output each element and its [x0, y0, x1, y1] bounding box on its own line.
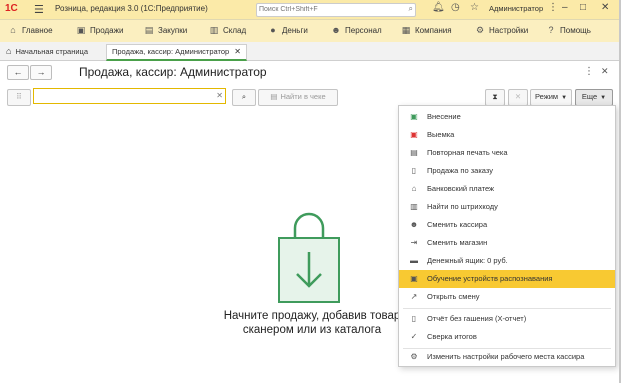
star-icon[interactable]: ☆ — [470, 2, 479, 13]
delete-button[interactable]: ✕ — [508, 89, 528, 106]
forward-button[interactable]: → — [30, 65, 52, 80]
shift-icon: ↗ — [410, 292, 418, 301]
menu-main[interactable]: ⌂ Главное — [8, 25, 52, 35]
form-close-icon[interactable]: ✕ — [601, 66, 609, 77]
dropdown-item-find-barcode[interactable]: ▥ Найти по штрихкоду — [399, 198, 615, 216]
person-icon: ☻ — [331, 25, 341, 35]
hamburger-menu-icon[interactable]: ☰ — [34, 3, 44, 16]
dropdown-item-withdrawal[interactable]: ▣ Выемка — [399, 126, 615, 144]
empty-state-line2: сканером или из каталога — [242, 324, 382, 336]
search-icon: ⌕ — [241, 92, 247, 101]
more-dropdown-menu: ▣ Внесение ▣ Выемка ▤ Повторная печать чека… — [398, 105, 616, 367]
barcode-icon: ▥ — [410, 202, 418, 211]
menu-help[interactable]: ? Помощь — [546, 25, 590, 35]
form-more-icon[interactable]: ⋮ — [584, 66, 594, 77]
more-button[interactable]: Еще ▼ — [575, 89, 613, 106]
dropdown-item-change-store[interactable]: ⇥ Сменить магазин — [399, 234, 615, 252]
dropdown-item-reprint[interactable]: ▤ Повторная печать чека — [399, 144, 615, 162]
section-menu-bar: ⌂ Главное ▣ Продажи ▤ Закупки ▥ Склад ● Деньг… — [0, 20, 621, 43]
keypad-button[interactable]: ⠿ — [7, 89, 31, 106]
product-search-input[interactable] — [34, 89, 210, 102]
product-search-field[interactable]: ✕ — [33, 88, 226, 104]
global-search-input[interactable] — [259, 4, 399, 15]
search-button[interactable]: ⌕ — [232, 89, 256, 106]
dropdown-item-sale-by-order[interactable]: ▯ Продажа по заказу — [399, 162, 615, 180]
report-icon: ▯ — [411, 314, 417, 323]
gear-icon: ⚙ — [475, 25, 485, 35]
back-button[interactable]: ← — [7, 65, 29, 80]
empty-state-line1: Начните продажу, добавив товар — [223, 310, 401, 322]
home-icon: ⌂ — [6, 46, 12, 56]
menu-settings[interactable]: ⚙ Настройки — [475, 25, 528, 36]
menu-company[interactable]: ▦ Компания — [401, 25, 452, 36]
menu-money[interactable]: ● Деньги — [268, 25, 308, 35]
menu-sales[interactable]: ▣ Продажи — [76, 25, 124, 36]
form-title: Продажа, кассир: Администратор — [79, 65, 267, 79]
recognition-icon: ▣ — [410, 274, 418, 283]
store-icon: ⇥ — [410, 238, 418, 247]
maximize-icon[interactable]: □ — [580, 2, 586, 13]
cart-icon: ▣ — [76, 25, 86, 35]
dropdown-item-workplace-settings[interactable]: ⚙ Изменить настройки рабочего места касси… — [399, 348, 615, 366]
truck-icon: ▤ — [144, 25, 154, 35]
order-icon: ▯ — [411, 166, 417, 175]
bank-icon: ⌂ — [411, 184, 417, 193]
search-icon[interactable]: ⌕ — [409, 4, 413, 14]
menu-staff[interactable]: ☻ Персонал — [331, 25, 381, 35]
dropdown-separator — [403, 308, 611, 309]
cash-drawer-icon: ▬ — [410, 256, 418, 265]
gear-icon: ⚙ — [410, 352, 418, 361]
dropdown-item-bank-payment[interactable]: ⌂ Банковский платеж — [399, 180, 615, 198]
house-icon: ⌂ — [10, 25, 16, 35]
minimize-icon[interactable]: – — [562, 2, 568, 13]
clear-icon[interactable]: ✕ — [216, 91, 223, 100]
tab-home[interactable]: ⌂ Начальная страница — [6, 44, 88, 58]
hourglass-icon: ⧗ — [492, 92, 498, 101]
dropdown-item-deposit[interactable]: ▣ Внесение — [399, 108, 615, 126]
building-icon: ▦ — [401, 25, 411, 35]
mode-button[interactable]: Режим ▼ — [530, 89, 572, 106]
dropdown-item-reconciliation[interactable]: ✓ Сверка итогов — [399, 328, 615, 346]
menu-warehouse[interactable]: ▥ Склад — [209, 25, 246, 36]
help-icon: ? — [548, 25, 554, 35]
hourglass-button[interactable]: ⧗ — [485, 89, 505, 106]
withdrawal-icon: ▣ — [410, 130, 418, 139]
user-icon: ☻ — [409, 220, 419, 229]
printer-icon: ▤ — [410, 148, 418, 157]
chevron-down-icon: ▼ — [600, 95, 607, 101]
current-user[interactable]: Администратор — [489, 4, 543, 13]
close-window-icon[interactable]: ✕ — [601, 2, 609, 13]
title-bar: 1С ☰ Розница, редакция 3.0 (1С:Предприят… — [0, 0, 621, 20]
tab-sale[interactable]: Продажа, кассир: Администратор ✕ — [106, 44, 247, 61]
more-vertical-icon[interactable]: ⋮ — [548, 2, 558, 13]
dropdown-item-x-report[interactable]: ▯ Отчёт без гашения (X-отчет) — [399, 310, 615, 328]
dropdown-item-change-cashier[interactable]: ☻ Сменить кассира — [399, 216, 615, 234]
dropdown-item-open-shift[interactable]: ↗ Открыть смену — [399, 288, 615, 306]
dropdown-item-device-training[interactable]: ▣ Обучение устройств распознавания — [399, 270, 615, 288]
arrow-right-icon: → — [36, 67, 46, 77]
global-search-field[interactable]: ⌕ — [256, 3, 416, 17]
menu-purchases[interactable]: ▤ Закупки — [144, 25, 187, 36]
app-title: Розница, редакция 3.0 (1С:Предприятие) — [55, 4, 208, 13]
keypad-icon: ⠿ — [16, 92, 22, 101]
arrow-left-icon: ← — [13, 67, 23, 77]
deposit-icon: ▣ — [410, 112, 418, 121]
find-in-receipt-icon: ▤ — [270, 92, 278, 101]
tab-bar: ⌂ Начальная страница Продажа, кассир: Адм… — [0, 42, 621, 61]
bell-icon[interactable]: 🔔︎ — [432, 2, 445, 13]
shopping-bag-icon — [278, 212, 340, 303]
find-in-receipt-button[interactable]: ▤ Найти в чеке — [258, 89, 338, 106]
close-tab-icon[interactable]: ✕ — [234, 47, 241, 56]
check-icon: ✓ — [410, 332, 418, 341]
warehouse-icon: ▥ — [209, 25, 219, 35]
dropdown-item-cash-drawer[interactable]: ▬ Денежный ящик: 0 руб. — [399, 252, 615, 270]
app-logo: 1С — [5, 3, 18, 14]
empty-state-hint: Начните продажу, добавив товар сканером … — [205, 309, 419, 337]
coins-icon: ● — [270, 25, 276, 35]
history-icon[interactable]: ◷ — [451, 2, 460, 13]
chevron-down-icon: ▼ — [561, 95, 568, 101]
delete-icon: ✕ — [514, 92, 522, 101]
